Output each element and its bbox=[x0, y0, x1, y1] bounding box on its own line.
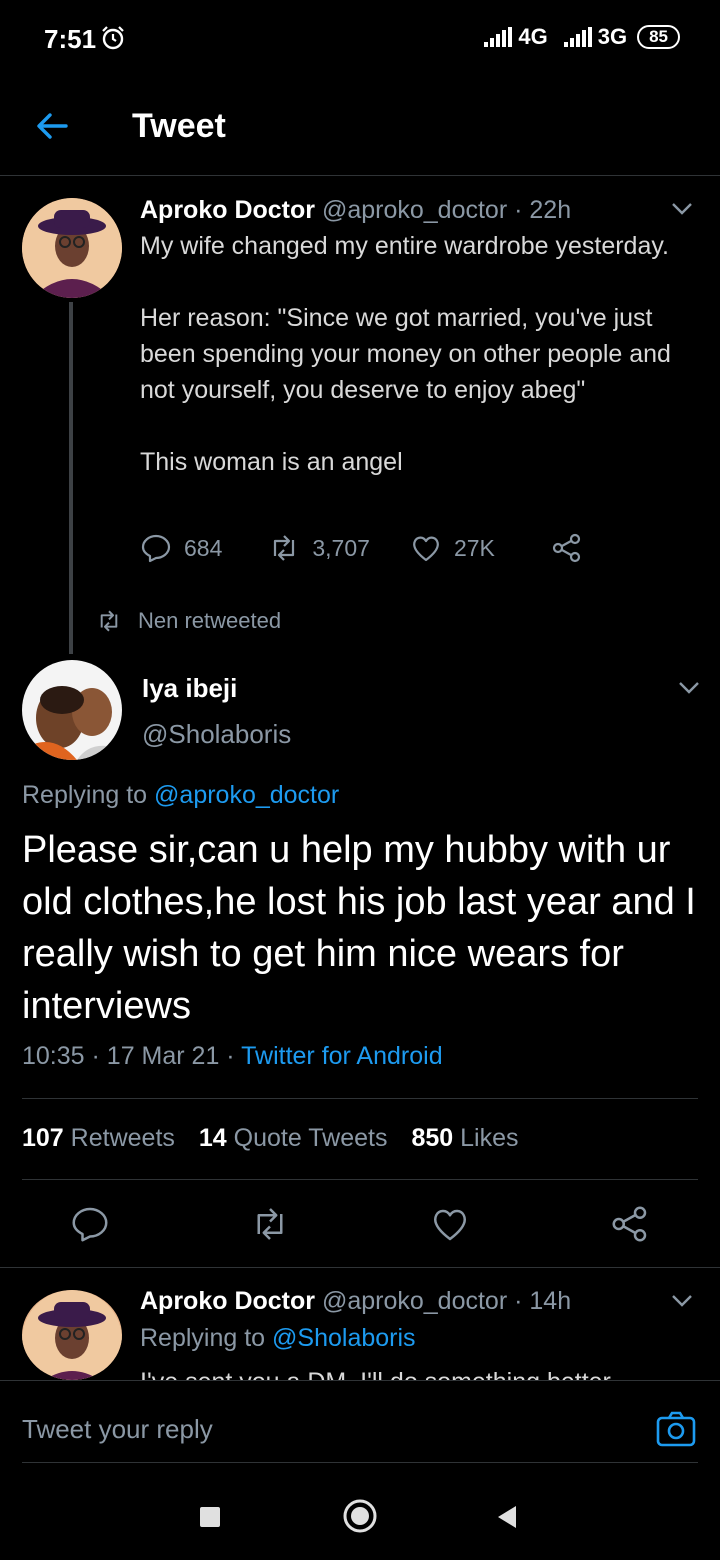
share-icon[interactable] bbox=[610, 1204, 650, 1244]
reply-input[interactable]: Tweet your reply bbox=[22, 1414, 213, 1445]
retweet-banner-text: Nen retweeted bbox=[138, 608, 282, 633]
divider bbox=[22, 1179, 698, 1180]
reply-action[interactable]: 684 bbox=[140, 532, 222, 564]
replying-to-handle[interactable]: @Sholaboris bbox=[272, 1324, 416, 1352]
share-icon bbox=[552, 533, 580, 563]
retweet-banner: Nen retweeted bbox=[96, 608, 281, 634]
reply-icon bbox=[141, 534, 171, 563]
status-indicators: 4G 3G 85 bbox=[484, 24, 680, 50]
reply-count: 684 bbox=[184, 534, 223, 561]
page-title: Tweet bbox=[132, 107, 226, 145]
back-arrow-icon[interactable] bbox=[34, 108, 70, 144]
chevron-down-icon[interactable] bbox=[678, 681, 700, 695]
tweet-main-actions bbox=[0, 1200, 720, 1248]
retweet-icon[interactable] bbox=[250, 1204, 290, 1244]
replying-to-label: Replying to bbox=[22, 781, 148, 809]
thread-connector bbox=[69, 302, 73, 654]
divider bbox=[22, 1462, 698, 1463]
tweet-reply-text: I've sent you a DM. I'll do something be… bbox=[140, 1364, 700, 1380]
tweet-parent-actions: 684 3,707 27K bbox=[140, 532, 583, 564]
author-name[interactable]: Iya ibeji bbox=[142, 673, 237, 704]
share-action[interactable] bbox=[551, 532, 583, 564]
network-type-1: 4G bbox=[518, 24, 548, 49]
tweet-parent-text: My wife changed my entire wardrobe yeste… bbox=[140, 232, 671, 476]
tweet-main-text: Please sir,can u help my hubby with ur o… bbox=[22, 829, 696, 1027]
reply-icon[interactable] bbox=[70, 1204, 110, 1244]
retweet-count: 3,707 bbox=[312, 534, 370, 561]
system-nav-bar bbox=[0, 1470, 720, 1560]
replying-to: Replying to @Sholaboris bbox=[140, 1324, 416, 1353]
tweet-parent-header: Aproko Doctor @aproko_doctor · 22h bbox=[140, 196, 571, 225]
recents-button[interactable] bbox=[200, 1507, 220, 1527]
divider bbox=[0, 1267, 720, 1268]
tweet-reply-text-clip: I've sent you a DM. I'll do something be… bbox=[140, 1364, 700, 1380]
likes-label: Likes bbox=[460, 1124, 519, 1152]
reply-composer[interactable]: Tweet your reply bbox=[0, 1380, 720, 1464]
stat-likes[interactable]: 850 Likes bbox=[411, 1124, 518, 1153]
author-name[interactable]: Aproko Doctor bbox=[140, 1287, 315, 1315]
author-handle[interactable]: @Sholaboris bbox=[142, 719, 291, 750]
retweets-count: 107 bbox=[22, 1124, 64, 1152]
status-time: 7:51 bbox=[44, 24, 97, 54]
tweet-meta: 10:35 · 17 Mar 21 · Twitter for Android bbox=[22, 1042, 443, 1071]
heart-icon bbox=[413, 536, 439, 562]
avatar-aproko-doctor[interactable] bbox=[22, 1290, 122, 1380]
retweet-icon bbox=[100, 610, 118, 632]
quotes-label: Quote Tweets bbox=[233, 1124, 388, 1152]
tweet-source[interactable]: Twitter for Android bbox=[241, 1042, 442, 1070]
stat-quotes[interactable]: 14 Quote Tweets bbox=[199, 1124, 388, 1153]
signal-icon-2 bbox=[563, 27, 592, 47]
tweet-age: · 22h bbox=[514, 196, 572, 224]
replying-to-label: Replying to bbox=[140, 1324, 266, 1352]
alarm-icon bbox=[102, 26, 124, 50]
network-type-2: 3G bbox=[597, 24, 628, 49]
heart-icon[interactable] bbox=[430, 1204, 470, 1244]
battery-indicator: 85 bbox=[637, 25, 680, 49]
divider bbox=[22, 1098, 698, 1099]
retweet-action[interactable]: 3,707 bbox=[268, 532, 370, 564]
tweet-time: 10:35 bbox=[22, 1042, 85, 1070]
status-bar: 7:51 4G 3G 85 bbox=[0, 0, 720, 80]
replying-to-handle[interactable]: @aproko_doctor bbox=[154, 781, 339, 809]
signal-icon bbox=[484, 27, 513, 47]
like-count: 27K bbox=[453, 534, 495, 561]
avatar-aproko-doctor[interactable] bbox=[22, 198, 122, 298]
retweets-label: Retweets bbox=[70, 1124, 175, 1152]
avatar-iya-ibeji[interactable] bbox=[22, 660, 122, 760]
tweet-reply-header: Aproko Doctor @aproko_doctor · 14h bbox=[140, 1287, 571, 1316]
author-handle[interactable]: @aproko_doctor bbox=[322, 1287, 507, 1315]
replying-to: Replying to @aproko_doctor bbox=[22, 781, 339, 810]
home-button[interactable] bbox=[342, 1498, 378, 1534]
author-handle[interactable]: @aproko_doctor bbox=[322, 196, 507, 224]
top-app-bar: Tweet bbox=[0, 80, 720, 176]
likes-count: 850 bbox=[411, 1124, 454, 1152]
retweet-icon bbox=[274, 535, 295, 561]
tweet-age: · 14h bbox=[514, 1287, 572, 1315]
camera-icon[interactable] bbox=[656, 1411, 696, 1447]
stat-retweets[interactable]: 107 Retweets bbox=[22, 1124, 175, 1153]
author-name[interactable]: Aproko Doctor bbox=[140, 196, 315, 224]
quotes-count: 14 bbox=[198, 1124, 227, 1152]
tweet-date: · 17 Mar 21 · bbox=[91, 1042, 235, 1070]
chevron-down-icon[interactable] bbox=[671, 202, 693, 216]
chevron-down-icon[interactable] bbox=[671, 1294, 693, 1308]
tweet-stats: 107 Retweets 14 Quote Tweets 850 Likes bbox=[22, 1124, 519, 1153]
nav-back-button[interactable] bbox=[496, 1504, 518, 1530]
like-action[interactable]: 27K bbox=[410, 532, 495, 564]
